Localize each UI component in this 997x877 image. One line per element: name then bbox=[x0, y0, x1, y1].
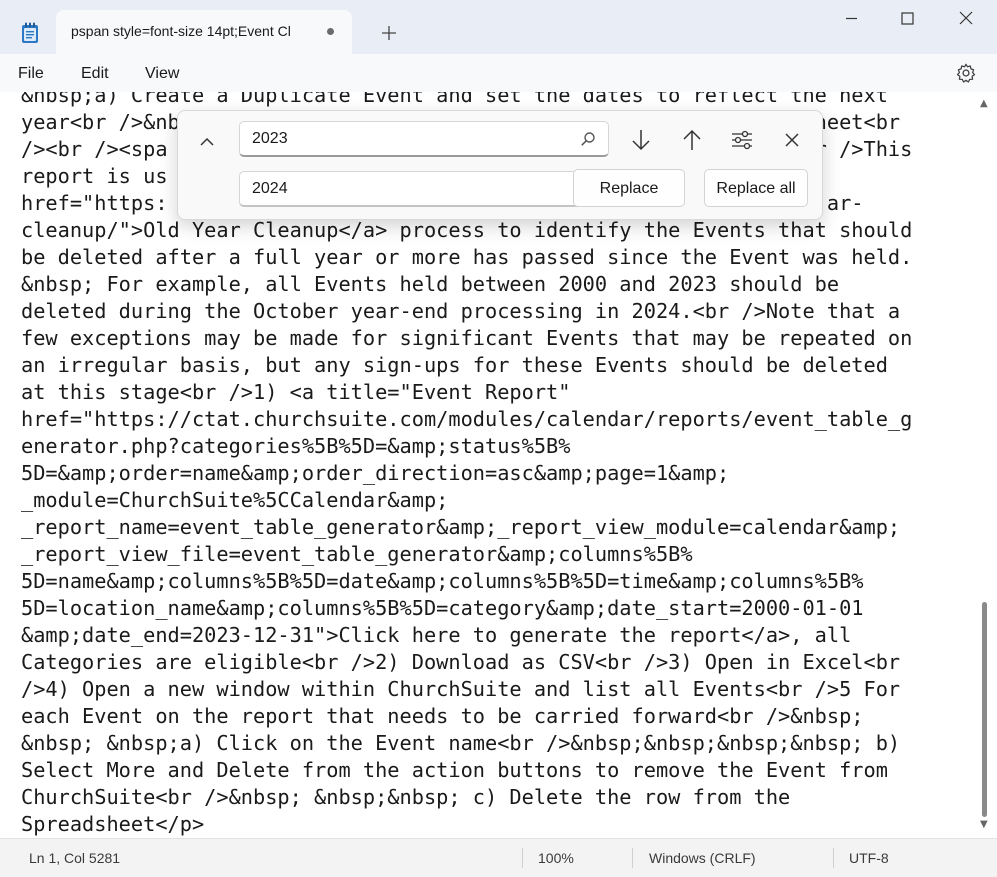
editor-line[interactable]: cleanup/">Old Year Cleanup</a> process t… bbox=[21, 217, 976, 244]
editor-line[interactable]: &nbsp;a) Create a Duplicate Event and se… bbox=[21, 92, 976, 109]
toggle-replace-button[interactable] bbox=[192, 127, 222, 157]
cursor-position: Ln 1, Col 5281 bbox=[29, 850, 121, 866]
vertical-scrollbar[interactable]: ▲ ▼ bbox=[979, 92, 991, 836]
tab-title: pspan style=font-size 14pt;Event Cl bbox=[71, 23, 291, 39]
editor-line[interactable]: deleted during the October year-end proc… bbox=[21, 298, 976, 325]
scroll-down-arrow-icon[interactable]: ▼ bbox=[980, 819, 988, 830]
scroll-up-arrow-icon[interactable]: ▲ bbox=[980, 98, 988, 109]
minimize-icon bbox=[846, 17, 857, 20]
replace-all-button[interactable]: Replace all bbox=[704, 169, 808, 207]
options-sliders-icon bbox=[732, 130, 752, 150]
notepad-window: pspan style=font-size 14pt;Event Cl File bbox=[0, 0, 997, 877]
chevron-up-icon bbox=[200, 137, 214, 146]
editor-line[interactable]: at this stage<br />1) <a title="Event Re… bbox=[21, 379, 976, 406]
status-divider bbox=[833, 848, 834, 868]
replace-input-value: 2024 bbox=[252, 180, 288, 197]
close-icon bbox=[785, 133, 799, 147]
status-divider bbox=[632, 848, 633, 868]
status-divider bbox=[522, 848, 523, 868]
minimize-button[interactable] bbox=[822, 0, 880, 38]
editor-line[interactable]: few exceptions may be made for significa… bbox=[21, 325, 976, 352]
scrollbar-thumb[interactable] bbox=[982, 602, 987, 817]
editor-line[interactable]: 5D=location_name&amp;columns%5B%5D=categ… bbox=[21, 595, 976, 622]
arrow-down-icon bbox=[632, 130, 650, 151]
arrow-up-icon bbox=[683, 129, 701, 150]
new-tab-button[interactable] bbox=[374, 18, 404, 48]
editor-line[interactable]: Spreadsheet</p> bbox=[21, 811, 976, 836]
editor-line[interactable]: &amp;date_end=2023-12-31">Click here to … bbox=[21, 622, 976, 649]
encoding: UTF-8 bbox=[849, 850, 889, 866]
zoom-level: 100% bbox=[538, 850, 574, 866]
settings-gear-icon[interactable] bbox=[955, 62, 977, 84]
tab-document[interactable]: pspan style=font-size 14pt;Event Cl bbox=[56, 10, 352, 54]
editor-line[interactable]: />4) Open a new window within ChurchSuit… bbox=[21, 676, 976, 703]
find-next-button[interactable] bbox=[624, 123, 658, 157]
title-bar: pspan style=font-size 14pt;Event Cl bbox=[0, 0, 997, 54]
editor-line[interactable]: 5D=&amp;order=name&amp;order_direction=a… bbox=[21, 460, 976, 487]
close-window-button[interactable] bbox=[938, 0, 996, 38]
status-bar: Ln 1, Col 5281 100% Windows (CRLF) UTF-8 bbox=[0, 838, 997, 877]
find-input-value: 2023 bbox=[252, 130, 288, 147]
editor-line[interactable]: Categories are eligible<br />2) Download… bbox=[21, 649, 976, 676]
menu-file[interactable]: File bbox=[18, 65, 44, 83]
editor-line[interactable]: an irregular basis, but any sign-ups for… bbox=[21, 352, 976, 379]
notepad-app-icon bbox=[22, 22, 38, 43]
close-find-button[interactable] bbox=[775, 123, 809, 157]
find-replace-panel: 2023 2024 Replace Replace all bbox=[177, 110, 823, 220]
editor-line[interactable]: each Event on the report that needs to b… bbox=[21, 703, 976, 730]
plus-icon bbox=[382, 26, 396, 40]
unsaved-dot-icon[interactable] bbox=[327, 28, 334, 35]
menu-view[interactable]: View bbox=[145, 65, 179, 83]
editor-line[interactable]: _module=ChurchSuite%5CCalendar&amp; bbox=[21, 487, 976, 514]
find-options-button[interactable] bbox=[725, 123, 759, 157]
editor-line[interactable]: 5D=name&amp;columns%5B%5D=date&amp;colum… bbox=[21, 568, 976, 595]
editor-line[interactable]: &nbsp; For example, all Events held betw… bbox=[21, 271, 976, 298]
maximize-icon bbox=[901, 12, 914, 25]
find-input[interactable]: 2023 bbox=[239, 121, 609, 157]
editor-line[interactable]: be deleted after a full year or more has… bbox=[21, 244, 976, 271]
editor-line[interactable]: href="https://ctat.churchsuite.com/modul… bbox=[21, 406, 976, 433]
menu-bar: File Edit View bbox=[0, 54, 997, 92]
editor-line[interactable]: enerator.php?categories%5B%5D=&amp;statu… bbox=[21, 433, 976, 460]
editor-line[interactable]: _report_view_file=event_table_generator&… bbox=[21, 541, 976, 568]
find-previous-button[interactable] bbox=[675, 123, 709, 157]
maximize-button[interactable] bbox=[880, 0, 938, 38]
search-icon[interactable] bbox=[580, 131, 596, 147]
replace-button[interactable]: Replace bbox=[573, 169, 685, 207]
close-icon bbox=[959, 11, 973, 25]
menu-edit[interactable]: Edit bbox=[81, 65, 109, 83]
line-ending: Windows (CRLF) bbox=[649, 850, 756, 866]
editor-line[interactable]: Select More and Delete from the action b… bbox=[21, 757, 976, 784]
replace-input[interactable]: 2024 bbox=[239, 171, 609, 207]
editor-line[interactable]: _report_name=event_table_generator&amp;_… bbox=[21, 514, 976, 541]
editor-line[interactable]: &nbsp; &nbsp;a) Click on the Event name<… bbox=[21, 730, 976, 757]
editor-line[interactable]: ChurchSuite<br />&nbsp; &nbsp;&nbsp; c) … bbox=[21, 784, 976, 811]
